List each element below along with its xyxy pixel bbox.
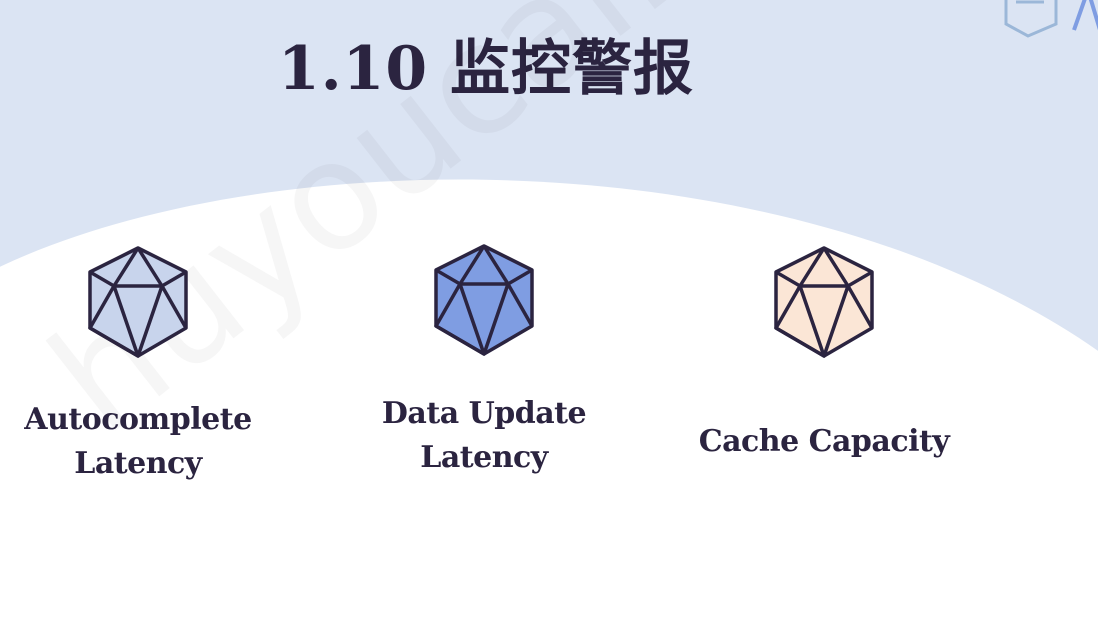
metric-label-line1: Cache Capacity bbox=[698, 424, 950, 459]
metric-label: Autocomplete Latency bbox=[8, 398, 268, 486]
metric-autocomplete-latency: Autocomplete Latency bbox=[8, 244, 268, 486]
logo-icon bbox=[1004, 0, 1098, 38]
metric-label-line2: Latency bbox=[74, 446, 202, 481]
icosahedron-icon bbox=[434, 244, 534, 356]
metric-label: Data Update Latency bbox=[354, 392, 614, 480]
metric-label-line1: Autocomplete bbox=[24, 402, 252, 437]
metric-data-update-latency: Data Update Latency bbox=[354, 242, 614, 480]
icosahedron-icon bbox=[774, 246, 874, 358]
metric-label-line1: Data Update bbox=[381, 396, 587, 431]
icosahedron-icon bbox=[88, 246, 188, 358]
metric-cache-capacity: Cache Capacity bbox=[694, 244, 954, 464]
metric-label-line2: Latency bbox=[420, 440, 548, 475]
metric-label: Cache Capacity bbox=[694, 420, 954, 464]
